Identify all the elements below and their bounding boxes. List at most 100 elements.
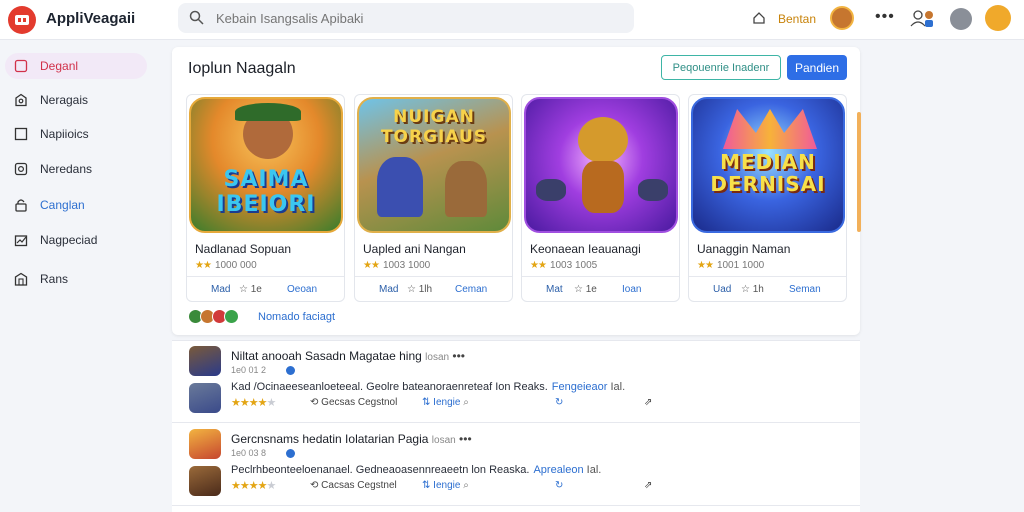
card-actions: Mad ☆ 1e Oeoan — [187, 276, 344, 301]
card-actions: Mad ☆ 1lh Ceman — [355, 276, 512, 301]
sidebar-item-rans[interactable]: Rans — [5, 266, 147, 292]
gift-icon — [15, 93, 27, 107]
card-action-favorite[interactable]: ☆ 1e — [239, 284, 262, 295]
card-action-share[interactable]: Ioan — [622, 284, 641, 295]
app-name: Nadlanad Sopuan — [195, 242, 292, 256]
more-icon: ••• — [452, 349, 466, 363]
top-link[interactable]: Bentan — [778, 12, 816, 26]
app-thumbnail: MEDIAN DERNISAI — [691, 97, 845, 233]
sidebar-item-neragais[interactable]: Neragais — [5, 87, 147, 113]
sidebar-item-canglan[interactable]: Canglan — [5, 192, 147, 218]
sidebar: Deganl Neragais Napiioics Neredans Cangl… — [0, 40, 160, 512]
share-icon[interactable]: ↻ — [555, 397, 563, 408]
friends-activity-link[interactable]: Nomado faciagt — [258, 311, 335, 323]
feed-post: Gercnsnams hedatin Iolatarian Pagia losa… — [172, 424, 860, 506]
sidebar-item-label: Deganl — [40, 59, 79, 73]
sidebar-item-nagpeciad[interactable]: Nagpeciad — [5, 227, 147, 253]
repost-icon[interactable]: ⇗ — [644, 480, 652, 491]
post-action-like[interactable]: ⇅ Iengie ⌕ — [422, 397, 469, 408]
post-rating: ★★★★★ — [231, 397, 276, 409]
app-thumbnail: NUIGAN TORGIAUS — [357, 97, 511, 233]
search-bar[interactable] — [178, 3, 634, 33]
app-name: Keonaean Ieauanagi — [530, 242, 641, 256]
app-rating: ★★ 1000 000 — [195, 260, 257, 271]
circle-icon — [14, 162, 28, 176]
card-action-favorite[interactable]: ☆ 1lh — [407, 284, 432, 295]
friends-icon[interactable] — [910, 8, 936, 33]
post-title: Gercnsnams hedatin Iolatarian Pagia losa… — [231, 432, 472, 446]
card-action-primary[interactable]: Mad — [379, 284, 398, 295]
app-art-title: MEDIAN DERNISAI — [710, 150, 826, 196]
app-card[interactable]: Keonaean Ieauanagi ★★ 1003 1005 Mat ☆ 1e … — [521, 94, 680, 302]
app-thumbnail: SAIMA IBEIORI — [189, 97, 343, 233]
building-icon — [14, 272, 28, 286]
card-action-share[interactable]: Ceman — [455, 284, 487, 295]
sidebar-item-label: Canglan — [40, 198, 85, 212]
home-icon[interactable] — [752, 11, 766, 30]
post-avatar[interactable] — [189, 429, 221, 459]
sidebar-item-deganl[interactable]: Deganl — [5, 53, 147, 79]
post-meta: 1e0 03 8 — [231, 448, 296, 459]
chart-icon — [14, 235, 28, 247]
app-rating: ★★ 1003 1000 — [363, 260, 431, 271]
card-action-favorite[interactable]: ☆ 1h — [741, 284, 764, 295]
post-app-icon[interactable] — [189, 466, 221, 496]
post-action-comment[interactable]: ⟲ Gecsas Cegstnol — [310, 397, 397, 408]
card-action-primary[interactable]: Mad — [211, 284, 230, 295]
game-avatar[interactable] — [830, 6, 854, 30]
sidebar-item-label: Napiioics — [40, 127, 89, 141]
post-link[interactable]: Aprealeon — [533, 464, 583, 476]
share-icon[interactable]: ↻ — [555, 480, 563, 491]
secondary-button[interactable]: Peqouenrie Inadenr — [661, 55, 781, 80]
verified-icon — [286, 366, 296, 376]
primary-button[interactable]: Pandien — [787, 55, 847, 80]
top-bar: AppliVeagaii Bentan ••• — [0, 0, 1024, 40]
app-title: AppliVeagaii — [46, 10, 136, 27]
activity-feed: Niltat anooah Sasadn Magatae hing losan … — [172, 340, 860, 512]
app-rating: ★★ 1003 1005 — [530, 260, 598, 271]
search-icon — [189, 10, 204, 30]
card-actions: Mat ☆ 1e Ioan — [522, 276, 679, 301]
app-name: Uapled ani Nangan — [363, 242, 466, 256]
post-app-icon[interactable] — [189, 383, 221, 413]
friend-avatar — [224, 309, 239, 324]
app-card[interactable]: SAIMA IBEIORI Nadlanad Sopuan ★★ 1000 000… — [186, 94, 345, 302]
app-art-title: SAIMA IBEIORI — [216, 167, 316, 217]
search-input[interactable] — [216, 7, 616, 29]
profile-avatar[interactable] — [950, 8, 972, 30]
app-thumbnail — [524, 97, 678, 233]
sidebar-item-label: Nagpeciad — [40, 233, 98, 247]
feed-post: Niltat anooah Sasadn Magatae hing losan … — [172, 341, 860, 423]
app-art-title: NUIGAN TORGIAUS — [380, 107, 488, 147]
post-rating: ★★★★★ — [231, 480, 276, 492]
card-action-primary[interactable]: Uad — [713, 284, 731, 295]
post-body: Kad /Ocinaeeseanloeteeal. Geolre bateano… — [231, 381, 626, 393]
featured-panel: Ioplun Naagaln Peqouenrie Inadenr Pandie… — [172, 47, 860, 335]
card-action-share[interactable]: Oeoan — [287, 284, 317, 295]
post-body: Peclrhbeonteeloenanael. Gedneaoasennreae… — [231, 464, 602, 476]
card-action-favorite[interactable]: ☆ 1e — [574, 284, 597, 295]
post-meta: 1e0 01 2 — [231, 365, 296, 376]
sidebar-item-label: Neredans — [40, 162, 93, 176]
panel-title: Ioplun Naagaln — [188, 60, 296, 77]
post-action-comment[interactable]: ⟲ Cacsas Cegstnel — [310, 480, 397, 491]
more-icon[interactable]: ••• — [875, 8, 895, 26]
sidebar-item-neredans[interactable]: Neredans — [5, 156, 147, 182]
notification-avatar[interactable] — [985, 5, 1011, 31]
post-title: Niltat anooah Sasadn Magatae hing losan … — [231, 349, 466, 363]
square-icon — [14, 127, 28, 141]
next-card-peek[interactable] — [857, 112, 861, 232]
sidebar-item-napiioics[interactable]: Napiioics — [5, 121, 147, 147]
card-action-primary[interactable]: Mat — [546, 284, 563, 295]
sidebar-item-label: Neragais — [40, 93, 89, 107]
post-avatar[interactable] — [189, 346, 221, 376]
app-logo[interactable] — [8, 6, 36, 34]
repost-icon[interactable]: ⇗ — [644, 397, 652, 408]
heart-icon — [14, 59, 28, 73]
post-action-like[interactable]: ⇅ Iengie ⌕ — [422, 480, 469, 491]
card-action-share[interactable]: Seman — [789, 284, 821, 295]
verified-icon — [286, 449, 296, 459]
app-card[interactable]: MEDIAN DERNISAI Uanaggin Naman ★★ 1001 10… — [688, 94, 847, 302]
post-link[interactable]: Fengeieaor — [552, 381, 608, 393]
app-card[interactable]: NUIGAN TORGIAUS Uapled ani Nangan ★★ 1003… — [354, 94, 513, 302]
